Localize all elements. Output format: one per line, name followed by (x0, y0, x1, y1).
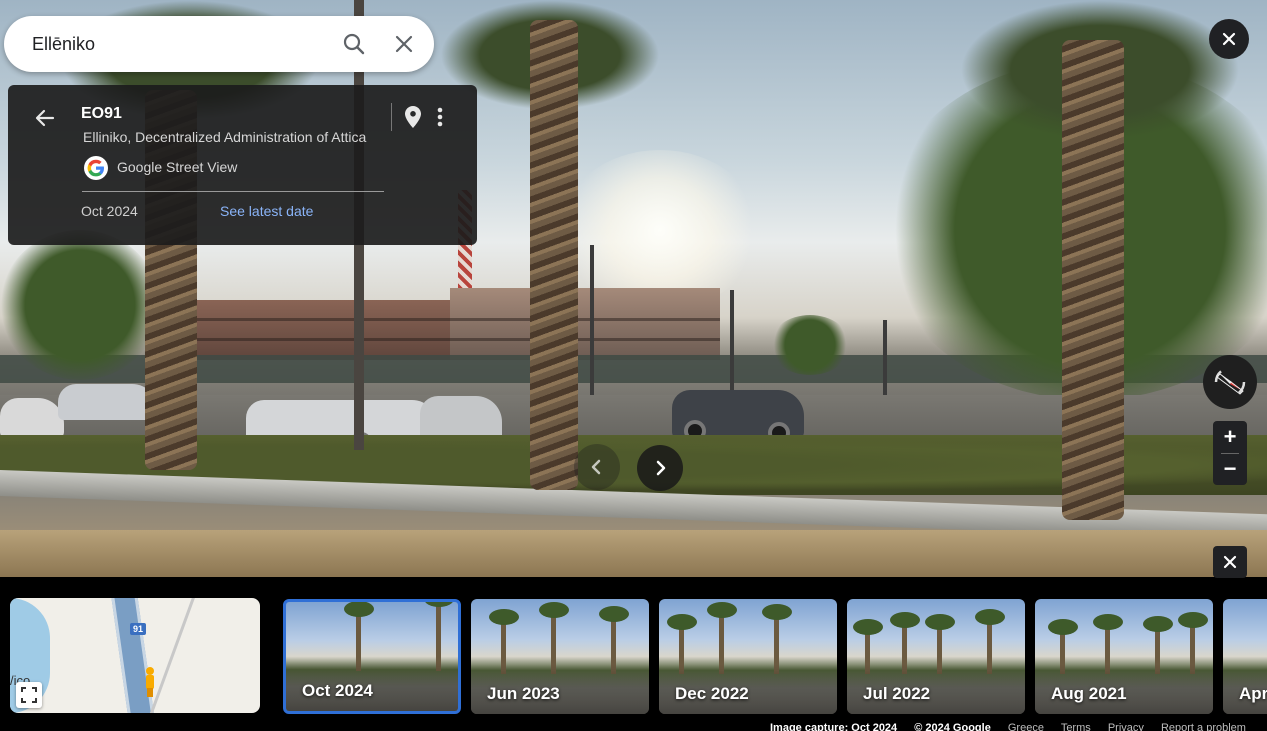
map-pin-icon (405, 106, 421, 128)
car (0, 398, 64, 438)
chevron-left-icon (591, 459, 601, 475)
timeline-label: Jul 2022 (863, 684, 931, 703)
privacy-link[interactable]: Privacy (1108, 722, 1144, 731)
next-scene-button[interactable] (637, 445, 683, 491)
zoom-out-button[interactable]: − (1213, 453, 1247, 485)
construction-building (190, 300, 480, 360)
zoom-in-button[interactable]: + (1213, 421, 1247, 453)
tree (770, 315, 850, 375)
light-pole (883, 320, 887, 400)
building-floor (190, 318, 720, 321)
chevron-right-icon (656, 460, 666, 476)
compass-button[interactable] (1203, 355, 1257, 409)
timeline-thumbnail[interactable]: Aug 2021 (1035, 599, 1213, 714)
footer: Image capture: Oct 2024 © 2024 Google Gr… (770, 722, 1260, 731)
google-logo-icon (84, 156, 108, 180)
image-capture-text: Image capture: Oct 2024 (770, 722, 898, 731)
car (58, 384, 158, 420)
back-button[interactable] (30, 103, 60, 133)
timeline-label: Oct 2024 (302, 681, 373, 700)
search-button[interactable] (334, 24, 374, 64)
pegman-icon[interactable] (142, 666, 158, 698)
show-on-map-button[interactable] (400, 103, 426, 131)
capture-date: Oct 2024 (81, 203, 138, 219)
more-options-button[interactable] (428, 103, 452, 131)
timeline-thumbnail[interactable]: Apr (1223, 599, 1267, 714)
copyright-text: © 2024 Google (914, 722, 991, 731)
location-info-card: EO91 Elliniko, Decentralized Administrat… (8, 85, 477, 245)
timeline-label: Apr (1239, 684, 1267, 703)
mini-map[interactable]: 91 /ico (10, 598, 260, 713)
close-timeline-button[interactable] (1213, 546, 1247, 578)
timeline-label: Dec 2022 (675, 684, 749, 703)
terms-link[interactable]: Terms (1061, 722, 1091, 731)
light-pole (590, 245, 594, 395)
light-pole (730, 290, 734, 390)
palm-trunk (530, 20, 578, 490)
provider-label: Google Street View (117, 159, 238, 175)
arrow-left-icon (35, 109, 55, 127)
fullscreen-icon (21, 687, 37, 703)
close-icon (1223, 555, 1237, 569)
road-shield: 91 (130, 623, 147, 635)
timeline-thumbnail[interactable]: Dec 2022 (659, 599, 837, 714)
exit-street-view-button[interactable] (1209, 19, 1249, 59)
region-link[interactable]: Greece (1008, 722, 1044, 731)
search-box[interactable]: Ellēniko (4, 16, 434, 72)
search-input[interactable]: Ellēniko (32, 34, 334, 55)
previous-scene-button[interactable] (574, 444, 620, 490)
compass-icon (1214, 370, 1246, 395)
zoom-control: + − (1213, 421, 1247, 485)
clear-search-button[interactable] (384, 24, 424, 64)
report-problem-link[interactable]: Report a problem (1161, 722, 1246, 731)
location-title: EO91 (81, 105, 122, 122)
see-latest-date-link[interactable]: See latest date (220, 203, 313, 219)
sidewalk (0, 530, 1267, 577)
location-subtitle: Elliniko, Decentralized Administration o… (83, 129, 367, 145)
search-icon (343, 33, 365, 55)
timeline-label: Jun 2023 (487, 684, 560, 703)
timeline-thumbnail[interactable]: Jul 2022 (847, 599, 1025, 714)
timeline-label: Aug 2021 (1051, 684, 1127, 703)
palm-trunk (1062, 40, 1124, 520)
timeline-thumbnail[interactable]: Oct 2024 (283, 599, 461, 714)
more-vert-icon (437, 107, 443, 127)
divider (82, 191, 384, 192)
fullscreen-map-button[interactable] (16, 682, 42, 708)
close-icon (1222, 32, 1236, 46)
close-icon (395, 35, 413, 53)
divider (391, 103, 392, 131)
timeline-thumbnail[interactable]: Jun 2023 (471, 599, 649, 714)
divider (1221, 453, 1239, 454)
construction-building (450, 288, 720, 360)
building-floor (190, 338, 720, 341)
tree (0, 230, 160, 380)
